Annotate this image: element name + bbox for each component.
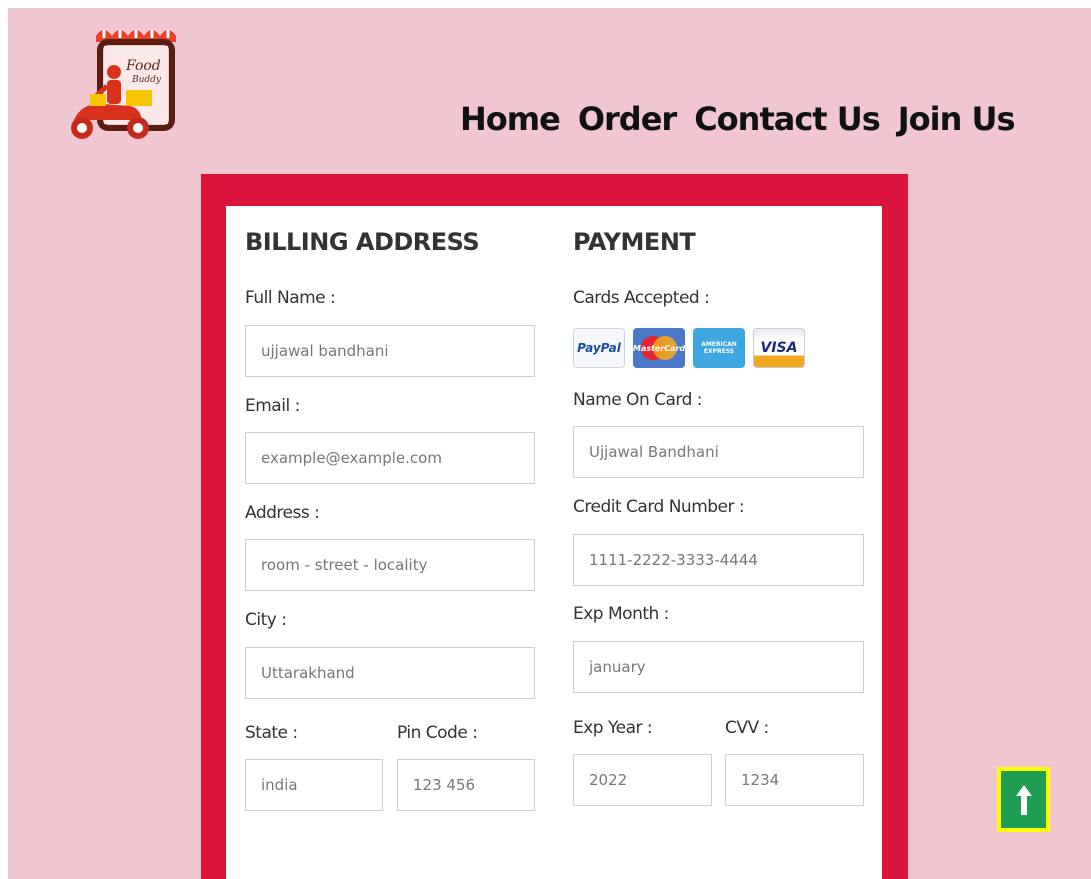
exp-year-input[interactable] [573, 754, 712, 806]
card-number-input[interactable] [573, 534, 864, 586]
email-input[interactable] [245, 432, 535, 484]
pin-code-input[interactable] [397, 759, 535, 811]
billing-heading: BILLING ADDRESS [245, 228, 480, 256]
cards-accepted-label: Cards Accepted : [573, 288, 710, 308]
pin-code-label: Pin Code : [397, 723, 478, 743]
svg-text:Food: Food [125, 58, 161, 74]
visa-icon: VISA [753, 328, 805, 368]
email-label: Email : [245, 396, 300, 416]
scroll-top-inner [1001, 771, 1046, 828]
payment-heading: PAYMENT [573, 228, 696, 256]
full-name-input[interactable] [245, 325, 535, 377]
scroll-top-button[interactable] [997, 767, 1050, 832]
exp-year-label: Exp Year : [573, 718, 653, 738]
name-on-card-input[interactable] [573, 426, 864, 478]
city-input[interactable] [245, 647, 535, 699]
card-logos: PayPal MasterCard AMERICAN EXPRESS VISA [573, 328, 805, 368]
nav-join-us[interactable]: Join Us [898, 100, 1016, 138]
full-name-label: Full Name : [245, 288, 336, 308]
name-on-card-label: Name On Card : [573, 390, 703, 410]
cvv-label: CVV : [725, 718, 769, 738]
paypal-icon: PayPal [573, 328, 625, 368]
exp-month-input[interactable] [573, 641, 864, 693]
checkout-form: BILLING ADDRESS Full Name : Email : Addr… [226, 206, 882, 879]
city-label: City : [245, 610, 287, 630]
card-number-label: Credit Card Number : [573, 497, 745, 517]
logo-graphic: Food Buddy [71, 30, 176, 139]
svg-text:Buddy: Buddy [131, 75, 162, 85]
cvv-input[interactable] [725, 754, 864, 806]
main-nav: Home Order Contact Us Join Us [460, 100, 1016, 138]
page: Food Buddy Home Order Contact Us Join Us [8, 8, 1091, 879]
mastercard-icon: MasterCard [633, 328, 685, 368]
address-label: Address : [245, 503, 320, 523]
nav-order[interactable]: Order [578, 100, 677, 138]
nav-home[interactable]: Home [460, 100, 561, 138]
state-label: State : [245, 723, 298, 743]
checkout-frame: BILLING ADDRESS Full Name : Email : Addr… [201, 174, 908, 879]
address-input[interactable] [245, 539, 535, 591]
food-buddy-logo[interactable]: Food Buddy [60, 24, 188, 142]
nav-contact-us[interactable]: Contact Us [694, 100, 881, 138]
amex-icon: AMERICAN EXPRESS [693, 328, 745, 368]
arrow-up-icon [1015, 784, 1032, 815]
state-input[interactable] [245, 759, 383, 811]
exp-month-label: Exp Month : [573, 604, 669, 624]
